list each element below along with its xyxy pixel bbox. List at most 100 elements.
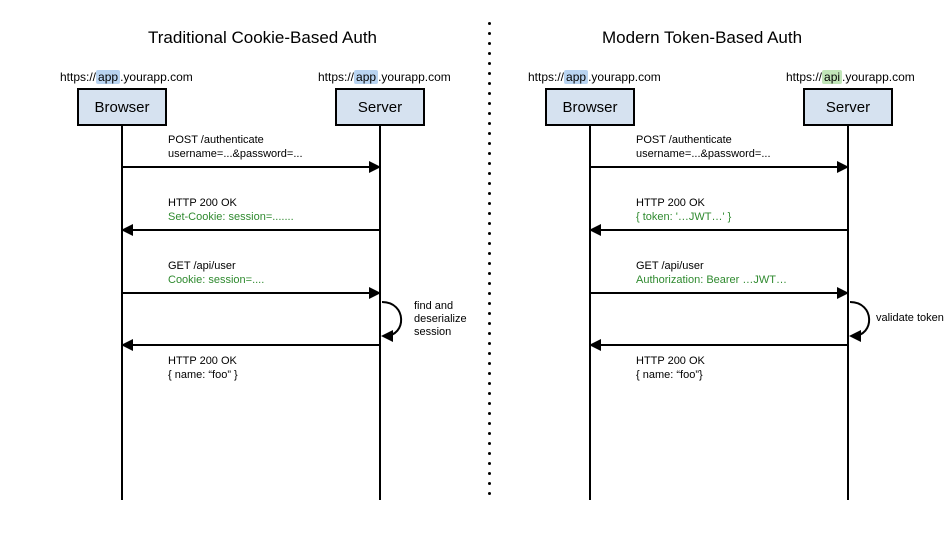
divider-dot — [488, 262, 491, 265]
divider-dot — [488, 402, 491, 405]
divider-dot — [488, 52, 491, 55]
right-browser-box: Browser — [545, 88, 635, 126]
divider-dot — [488, 102, 491, 105]
divider-dot — [488, 312, 491, 315]
left-msg4-label: HTTP 200 OK { name: “foo” } — [168, 354, 238, 382]
divider-dot — [488, 32, 491, 35]
url-suffix: .yourapp.com — [378, 70, 451, 84]
left-msg3-label: GET /api/user Cookie: session=.... — [168, 259, 264, 287]
divider-dot — [488, 62, 491, 65]
divider-dot — [488, 352, 491, 355]
browser-label: Browser — [94, 99, 149, 116]
divider-dot — [488, 202, 491, 205]
left-msg2-arrow — [121, 223, 381, 237]
left-server-url: https://app.yourapp.com — [318, 70, 451, 84]
divider-dot — [488, 322, 491, 325]
divider-dot — [488, 442, 491, 445]
msg-line2: { name: “foo”} — [636, 369, 703, 381]
msg-line1: GET /api/user — [636, 260, 704, 272]
divider-dot — [488, 252, 491, 255]
divider-dot — [488, 392, 491, 395]
msg-line2: { token: '…JWT…' } — [636, 211, 731, 223]
divider-dot — [488, 362, 491, 365]
right-msg3-arrow — [589, 286, 849, 300]
right-self-note: validate token — [876, 312, 944, 325]
right-msg4-arrow — [589, 338, 849, 352]
divider-dot — [488, 432, 491, 435]
url-prefix: https:// — [318, 70, 354, 84]
divider-dot — [488, 382, 491, 385]
divider-dot — [488, 492, 491, 495]
browser-label: Browser — [562, 99, 617, 116]
right-msg4-label: HTTP 200 OK { name: “foo”} — [636, 354, 705, 382]
divider-dot — [488, 232, 491, 235]
msg-line1: POST /authenticate — [636, 134, 732, 146]
divider-dot — [488, 222, 491, 225]
left-msg4-arrow — [121, 338, 381, 352]
divider-dot — [488, 462, 491, 465]
url-prefix: https:// — [528, 70, 564, 84]
msg-line2: { name: “foo” } — [168, 369, 238, 381]
divider-dot — [488, 22, 491, 25]
left-self-note: find and deserialize session — [414, 300, 467, 339]
right-server-box: Server — [803, 88, 893, 126]
right-server-url: https://api.yourapp.com — [786, 70, 915, 84]
divider-dot — [488, 292, 491, 295]
divider-dot — [488, 272, 491, 275]
url-suffix: .yourapp.com — [842, 70, 915, 84]
divider-dot — [488, 122, 491, 125]
msg-line2: username=...&password=... — [168, 148, 303, 160]
url-subdomain: api — [822, 70, 842, 84]
divider-dot — [488, 152, 491, 155]
url-prefix: https:// — [786, 70, 822, 84]
msg-line1: HTTP 200 OK — [168, 197, 237, 209]
msg-line1: HTTP 200 OK — [636, 355, 705, 367]
divider-dot — [488, 482, 491, 485]
left-browser-url: https://app.yourapp.com — [60, 70, 193, 84]
right-title: Modern Token-Based Auth — [602, 28, 802, 48]
left-browser-box: Browser — [77, 88, 167, 126]
msg-line2: Set-Cookie: session=....... — [168, 211, 294, 223]
left-msg1-arrow — [121, 160, 381, 174]
url-subdomain: app — [354, 70, 378, 84]
server-label: Server — [358, 99, 402, 116]
divider-dot — [488, 132, 491, 135]
divider-dot — [488, 142, 491, 145]
left-title: Traditional Cookie-Based Auth — [148, 28, 377, 48]
left-browser-lifeline — [121, 126, 123, 500]
divider-dot — [488, 72, 491, 75]
divider-dot — [488, 302, 491, 305]
diagram-root: { "left": { "title": "Traditional Cookie… — [0, 0, 950, 540]
divider-dot — [488, 412, 491, 415]
left-msg2-label: HTTP 200 OK Set-Cookie: session=....... — [168, 196, 294, 224]
divider-dot — [488, 162, 491, 165]
url-prefix: https:// — [60, 70, 96, 84]
msg-line2: username=...&password=... — [636, 148, 771, 160]
url-suffix: .yourapp.com — [588, 70, 661, 84]
divider-dot — [488, 112, 491, 115]
divider-dot — [488, 42, 491, 45]
divider-dot — [488, 172, 491, 175]
right-browser-lifeline — [589, 126, 591, 500]
left-server-box: Server — [335, 88, 425, 126]
divider-dot — [488, 212, 491, 215]
right-msg2-label: HTTP 200 OK { token: '…JWT…' } — [636, 196, 731, 224]
divider-dot — [488, 92, 491, 95]
divider-dot — [488, 472, 491, 475]
divider-dot — [488, 342, 491, 345]
divider-dot — [488, 452, 491, 455]
divider-dot — [488, 82, 491, 85]
divider-dot — [488, 242, 491, 245]
divider-dot — [488, 422, 491, 425]
right-browser-url: https://app.yourapp.com — [528, 70, 661, 84]
left-msg1-label: POST /authenticate username=...&password… — [168, 133, 303, 161]
right-msg1-label: POST /authenticate username=...&password… — [636, 133, 771, 161]
left-msg3-arrow — [121, 286, 381, 300]
right-msg2-arrow — [589, 223, 849, 237]
divider-dot — [488, 192, 491, 195]
msg-line1: HTTP 200 OK — [168, 355, 237, 367]
msg-line1: GET /api/user — [168, 260, 236, 272]
divider-dot — [488, 282, 491, 285]
divider-dot — [488, 332, 491, 335]
url-subdomain: app — [564, 70, 588, 84]
